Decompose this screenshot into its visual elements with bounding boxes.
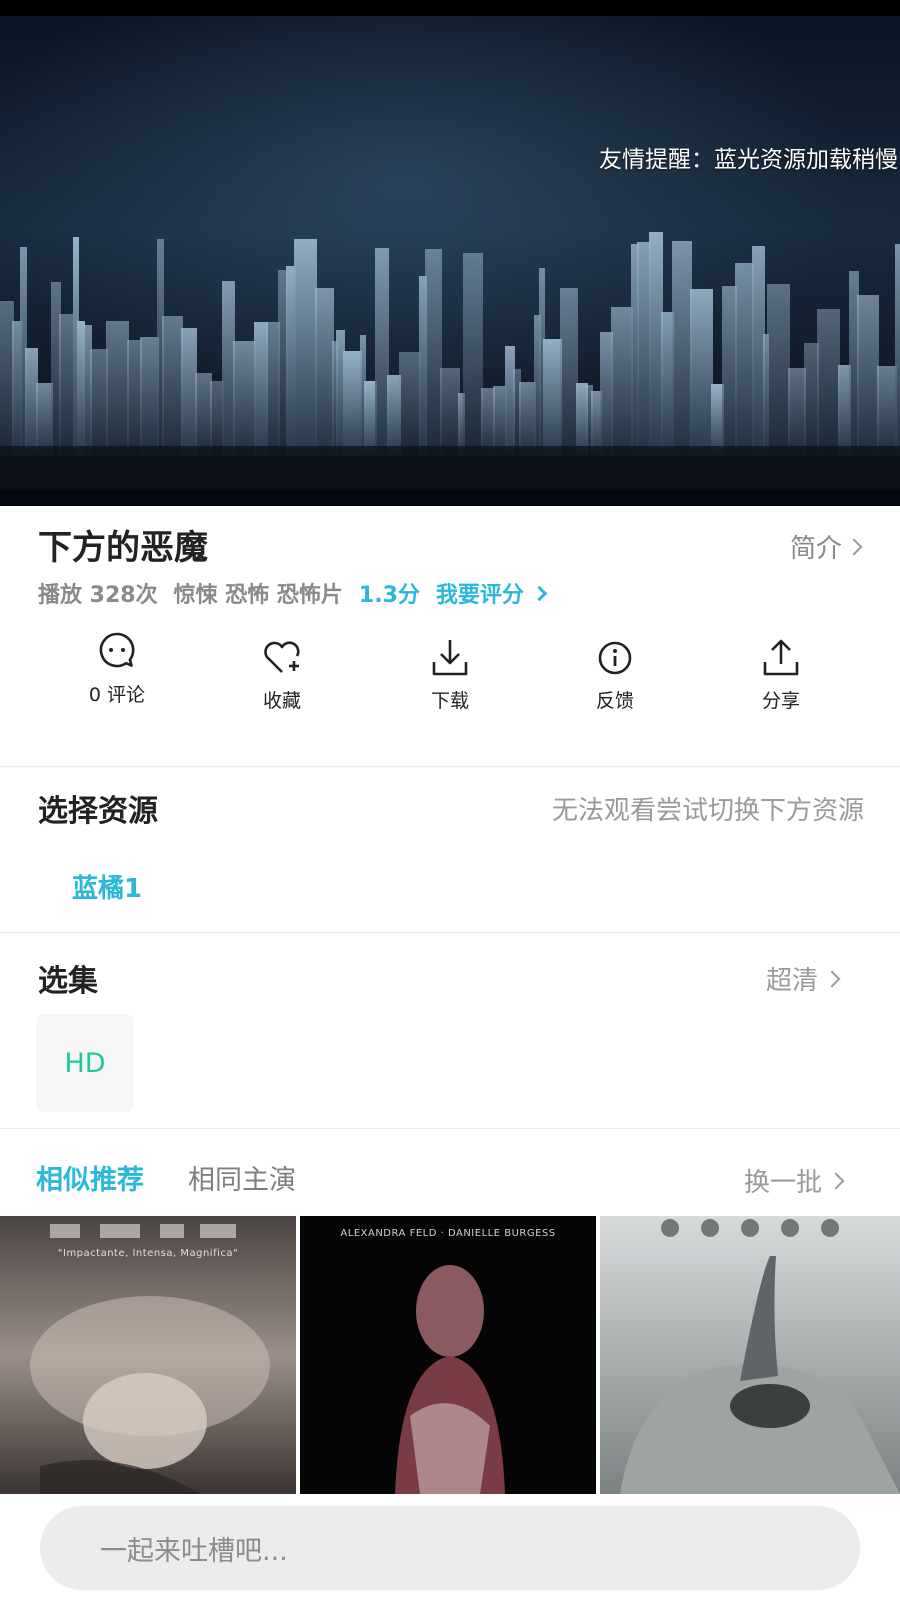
poster-image — [300, 1216, 596, 1494]
download-icon — [432, 640, 468, 676]
poster-card[interactable]: "Impactante, Intensa, Magnifica" — [0, 1216, 296, 1494]
download-button[interactable]: 下载 — [385, 630, 515, 740]
refresh-button[interactable]: 换一批 — [743, 1162, 845, 1199]
comment-button[interactable]: 0 评论 — [52, 630, 182, 740]
intro-label: 简介 — [789, 534, 842, 564]
quality-label: 超清 — [765, 966, 818, 996]
video-player[interactable]: 友情提醒：蓝光资源加载稍慢 — [0, 0, 900, 506]
chevron-right-icon — [531, 585, 548, 601]
favorite-button[interactable]: 收藏 — [217, 630, 347, 740]
source-hint: 无法观看尝试切换下方资源 — [551, 796, 864, 826]
comment-input[interactable]: 一起来吐槽吧... — [40, 1506, 860, 1590]
movie-title: 下方的恶魔 — [38, 528, 208, 568]
favorite-label: 收藏 — [262, 690, 301, 712]
chevron-right-icon — [827, 1172, 845, 1189]
poster-card[interactable]: ALEXANDRA FELD · DANIELLE BURGESS — [300, 1216, 596, 1494]
refresh-label: 换一批 — [743, 1168, 822, 1198]
rating-score: 1.3分 — [358, 583, 420, 608]
episode-section-title: 选集 — [38, 964, 98, 999]
title-row: 下方的恶魔 简介 — [38, 520, 863, 570]
poster-caption: ALEXANDRA FELD · DANIELLE BURGESS — [340, 1228, 556, 1239]
source-section-title: 选择资源 — [38, 794, 158, 829]
poster-caption: "Impactante, Intensa, Magnifica" — [57, 1248, 239, 1259]
chevron-right-icon — [845, 538, 863, 555]
feedback-label: 反馈 — [595, 690, 634, 712]
info-icon — [598, 641, 632, 675]
tab-same-cast[interactable]: 相同主演 — [188, 1158, 296, 1197]
rate-button[interactable]: 我要评分 — [435, 577, 548, 609]
divider — [0, 1128, 900, 1129]
poster-row: "Impactante, Intensa, Magnifica" ALEXAND… — [0, 1216, 900, 1494]
share-icon — [763, 639, 799, 676]
download-label: 下载 — [430, 690, 469, 712]
poster-image — [600, 1216, 900, 1494]
episode-button[interactable]: HD — [36, 1014, 134, 1112]
feedback-button[interactable]: 反馈 — [550, 630, 680, 740]
action-bar: 0 评论 收藏 下载 反馈 分享 — [0, 630, 900, 740]
comment-icon — [99, 632, 135, 668]
intro-button[interactable]: 简介 — [789, 528, 863, 565]
rate-label: 我要评分 — [435, 583, 524, 608]
tab-similar[interactable]: 相似推荐 — [36, 1158, 144, 1197]
play-count: 播放 328次 — [38, 583, 158, 608]
status-bar — [0, 0, 900, 16]
share-button[interactable]: 分享 — [716, 630, 846, 740]
source-option[interactable]: 蓝橘1 — [72, 868, 142, 905]
quality-button[interactable]: 超清 — [765, 960, 841, 997]
heart-plus-icon — [264, 641, 300, 673]
genre-tags: 惊悚 恐怖 恐怖片 — [173, 583, 343, 608]
poster-card[interactable] — [600, 1216, 900, 1494]
divider — [0, 766, 900, 767]
movie-meta: 播放 328次 惊悚 恐怖 恐怖片 1.3分 我要评分 — [38, 576, 548, 610]
divider — [0, 932, 900, 933]
share-label: 分享 — [761, 690, 800, 712]
player-notice: 友情提醒：蓝光资源加载稍慢 — [599, 147, 898, 173]
comment-label: 0 评论 — [88, 684, 146, 706]
video-frame[interactable] — [0, 16, 900, 490]
comment-placeholder: 一起来吐槽吧... — [100, 1535, 288, 1567]
chevron-right-icon — [823, 970, 841, 987]
